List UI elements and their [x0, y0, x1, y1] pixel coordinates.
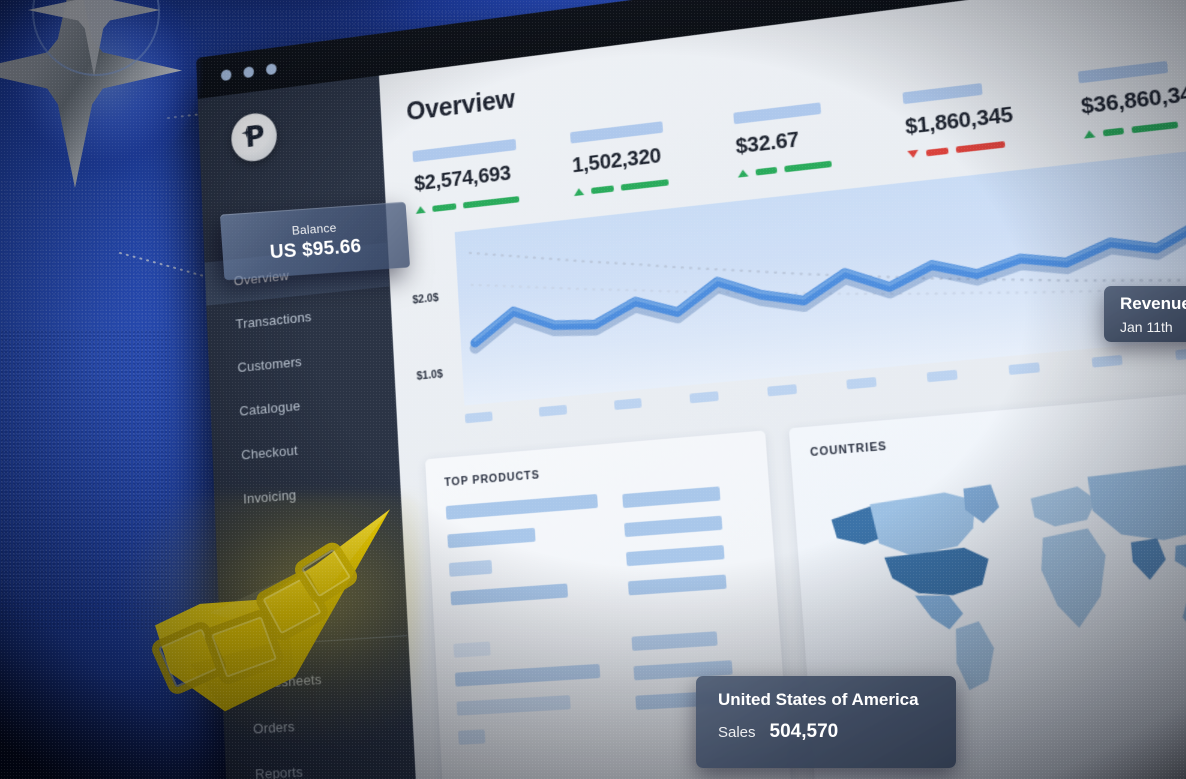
- map-tooltip-metric: Sales 504,570: [718, 721, 956, 743]
- balance-label: Balance: [291, 220, 337, 238]
- revenue-tooltip-date: Jan 11th: [1120, 319, 1173, 335]
- balance-value: US $95.66: [269, 235, 362, 263]
- map-tooltip-country: United States of America: [718, 690, 919, 709]
- revenue-tooltip-title: Revenue: [1120, 294, 1186, 313]
- map-tooltip: United States of America Sales 504,570: [696, 676, 956, 768]
- map-tooltip-metric-label: Sales: [718, 724, 756, 741]
- revenue-tooltip: Revenue Jan 11th: [1104, 286, 1186, 342]
- map-tooltip-metric-value: 504,570: [769, 721, 839, 742]
- scene: P Overview Transactions Customers: [0, 0, 1186, 779]
- vignette: [0, 0, 1186, 779]
- balance-card[interactable]: Balance US $95.66: [219, 201, 411, 281]
